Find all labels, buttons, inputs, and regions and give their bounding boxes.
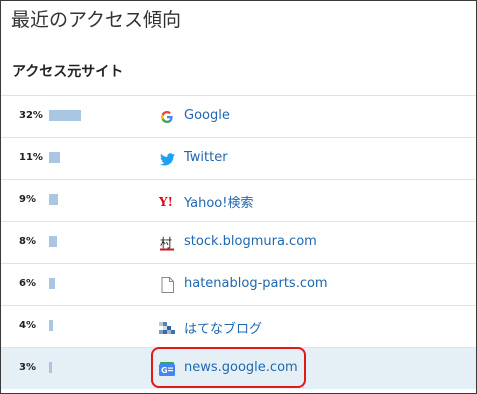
page-title: 最近のアクセス傾向 [11,9,182,31]
blogmura-icon: 村 [159,235,175,251]
percent-label: 9% [19,194,36,205]
google-icon [159,109,175,125]
list-item: 11% Twitter [1,137,476,179]
hatena-blog-icon [159,319,175,335]
referrer-list: 32% Google 11% Twitter 9% Y! Yahoo!検索 8%… [1,95,476,389]
percent-label: 3% [19,362,36,373]
list-item: 8% 村 stock.blogmura.com [1,221,476,263]
site-link[interactable]: stock.blogmura.com [184,234,317,249]
share-bar [49,320,53,331]
twitter-icon [159,151,175,167]
share-bar [49,152,60,163]
document-icon [159,277,175,293]
site-link[interactable]: はてなブログ [184,318,262,337]
yahoo-icon: Y! [159,193,175,209]
percent-label: 32% [19,110,43,121]
share-bar [49,110,81,121]
list-item: 32% Google [1,95,476,137]
list-item: 6% hatenablog-parts.com [1,263,476,305]
access-panel: 最近のアクセス傾向 アクセス元サイト 32% Google 11% Twitte… [0,0,477,394]
share-bar [49,194,58,205]
svg-text:Y!: Y! [159,195,173,207]
share-bar [49,362,52,373]
percent-label: 11% [19,152,43,163]
highlight-callout [151,347,306,388]
list-item: 4% はてなブログ [1,305,476,347]
site-link[interactable]: Google [184,108,230,123]
site-link[interactable]: Twitter [184,150,228,165]
section-title: アクセス元サイト [12,64,124,80]
list-item: 9% Y! Yahoo!検索 [1,179,476,221]
share-bar [49,236,57,247]
percent-label: 6% [19,278,36,289]
percent-label: 8% [19,236,36,247]
share-bar [49,278,55,289]
percent-label: 4% [19,320,36,331]
svg-text:村: 村 [160,236,172,250]
site-link[interactable]: Yahoo!検索 [184,192,253,211]
site-link[interactable]: hatenablog-parts.com [184,276,328,291]
